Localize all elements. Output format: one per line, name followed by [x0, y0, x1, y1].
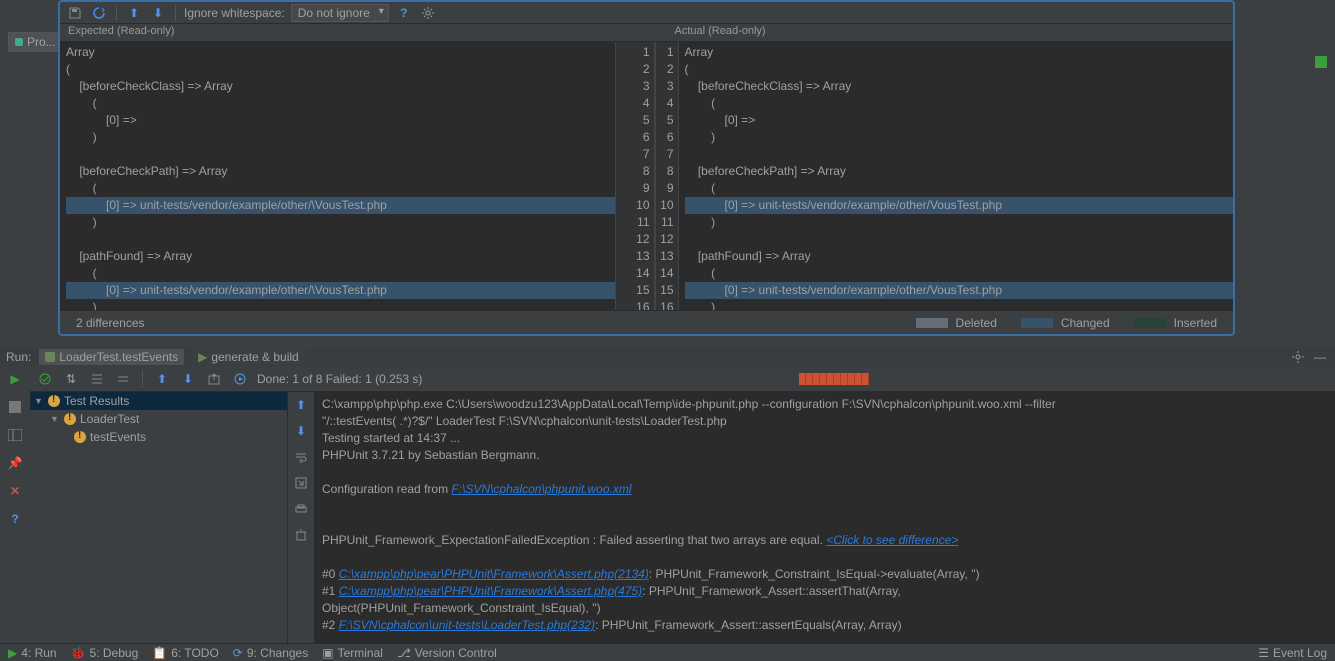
print-icon[interactable]: [292, 500, 310, 518]
status-changes[interactable]: ⟳9: Changes: [233, 646, 308, 660]
scroll-up-icon[interactable]: ⬆: [292, 396, 310, 414]
ignore-whitespace-dropdown[interactable]: Do not ignore: [291, 4, 389, 22]
see-difference-link[interactable]: <Click to see difference>: [826, 533, 958, 547]
legend-changed: Changed: [1021, 316, 1110, 330]
chevron-down-icon: ▼: [34, 396, 44, 406]
sort-icon[interactable]: ⇅: [62, 370, 80, 388]
pin-icon[interactable]: 📌: [6, 454, 24, 472]
project-tab-label: Pro...: [27, 35, 56, 49]
warn-icon: [74, 431, 86, 443]
test-toolbar: ⇅ ⬆ ⬇ Done: 1 of 8 Failed: 1 (0.253 s): [30, 366, 1335, 392]
legend-inserted: Inserted: [1134, 316, 1217, 330]
tree-node-label: LoaderTest: [80, 412, 139, 426]
run-settings-icon[interactable]: [1289, 348, 1307, 366]
expected-code[interactable]: Array( [beforeCheckClass] => Array ( [0]…: [60, 42, 615, 310]
run-label: Run:: [6, 350, 31, 364]
actual-code[interactable]: Array( [beforeCheckClass] => Array ( [0]…: [679, 42, 1234, 310]
analysis-ok-icon: [1315, 56, 1327, 68]
layout-icon[interactable]: [6, 426, 24, 444]
console-output[interactable]: C:\xampp\php\php.exe C:\Users\woodzu123\…: [314, 392, 1335, 643]
expected-header: Expected (Read-only): [60, 24, 627, 41]
refresh-icon[interactable]: [90, 4, 108, 22]
next-test-icon[interactable]: ⬇: [179, 370, 197, 388]
chevron-down-icon: ▼: [50, 414, 60, 424]
stack-link-0[interactable]: C:\xampp\php\pear\PHPUnit\Framework\Asse…: [339, 567, 649, 581]
help-run-icon[interactable]: ?: [6, 510, 24, 528]
export-icon[interactable]: [205, 370, 223, 388]
tree-node-loadertest[interactable]: ▼ LoaderTest: [30, 410, 287, 428]
scroll-down-icon[interactable]: ⬇: [292, 422, 310, 440]
status-todo[interactable]: 📋6: TODO: [152, 646, 219, 660]
next-diff-icon[interactable]: ⬇: [149, 4, 167, 22]
collapse-all-icon[interactable]: [114, 370, 132, 388]
diff-viewer: ⬆ ⬇ Ignore whitespace: Do not ignore ? E…: [58, 0, 1235, 336]
config-link[interactable]: F:\SVN\cphalcon\phpunit.woo.xml: [451, 482, 631, 496]
test-tree[interactable]: ▼ Test Results ▼ LoaderTest testEvents: [30, 392, 288, 643]
status-vcs[interactable]: ⎇Version Control: [397, 646, 497, 660]
tree-node-testevents[interactable]: testEvents: [30, 428, 287, 446]
expected-gutter: 12345678910111213141516: [615, 42, 655, 310]
warn-icon: [48, 395, 60, 407]
soft-wrap-icon[interactable]: [292, 448, 310, 466]
save-icon[interactable]: [66, 4, 84, 22]
project-tool-tab[interactable]: Pro...: [8, 32, 63, 52]
hide-icon[interactable]: —: [1311, 348, 1329, 366]
test-progress-bar: [799, 373, 869, 385]
legend-deleted: Deleted: [916, 316, 997, 330]
status-terminal[interactable]: ▣Terminal: [322, 646, 383, 660]
tree-root[interactable]: ▼ Test Results: [30, 392, 287, 410]
actual-gutter: 12345678910111213141516: [655, 42, 679, 310]
status-event-log[interactable]: ☰Event Log: [1258, 646, 1327, 660]
stack-link-1[interactable]: C:\xampp\php\pear\PHPUnit\Framework\Asse…: [339, 584, 642, 598]
close-icon[interactable]: ✕: [6, 482, 24, 500]
run-side-actions: ▶ 📌 ✕ ?: [0, 366, 30, 643]
done-text: Done: 1 of 8 Failed: 1 (0.253 s): [257, 372, 422, 386]
gear-icon[interactable]: [419, 4, 437, 22]
status-bar: ▶4: Run 🐞5: Debug 📋6: TODO ⟳9: Changes ▣…: [0, 643, 1335, 661]
status-run[interactable]: ▶4: Run: [8, 646, 57, 660]
scroll-to-end-icon[interactable]: [292, 474, 310, 492]
diff-toolbar: ⬆ ⬇ Ignore whitespace: Do not ignore ?: [60, 2, 1233, 24]
prev-diff-icon[interactable]: ⬆: [125, 4, 143, 22]
warn-icon: [64, 413, 76, 425]
expand-all-icon[interactable]: [88, 370, 106, 388]
toggle-passed-icon[interactable]: [36, 370, 54, 388]
folder-icon: [15, 38, 23, 46]
help-icon[interactable]: ?: [395, 4, 413, 22]
test-config-icon: [45, 352, 55, 362]
ignore-whitespace-label: Ignore whitespace:: [184, 6, 285, 20]
run-tab-generate-build[interactable]: ▶generate & build: [192, 349, 305, 365]
differences-count: 2 differences: [76, 316, 145, 330]
actual-header: Actual (Read-only): [627, 24, 1234, 41]
clear-icon[interactable]: [292, 526, 310, 544]
console-side-actions: ⬆ ⬇: [288, 392, 314, 643]
stack-link-2[interactable]: F:\SVN\cphalcon\unit-tests\LoaderTest.ph…: [339, 618, 595, 632]
tree-node-label: testEvents: [90, 430, 146, 444]
rerun-icon[interactable]: ▶: [6, 370, 24, 388]
status-debug[interactable]: 🐞5: Debug: [71, 646, 139, 660]
rerun-failed-icon[interactable]: [231, 370, 249, 388]
tree-root-label: Test Results: [64, 394, 129, 408]
stop-icon[interactable]: [6, 398, 24, 416]
prev-test-icon[interactable]: ⬆: [153, 370, 171, 388]
run-tab-loadertest[interactable]: LoaderTest.testEvents: [39, 349, 184, 365]
run-tool-window-header: Run: LoaderTest.testEvents ▶generate & b…: [0, 348, 1335, 366]
